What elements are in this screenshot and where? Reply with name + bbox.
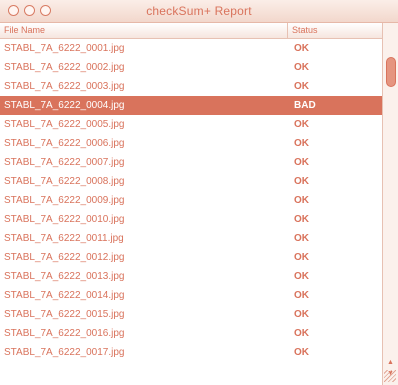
status-cell: OK (294, 176, 309, 187)
status-cell: OK (294, 328, 309, 339)
file-name-cell: STABL_7A_6222_0004.jpg (4, 100, 125, 111)
file-name-cell: STABL_7A_6222_0016.jpg (4, 328, 125, 339)
column-header-status[interactable]: Status (292, 25, 318, 35)
table-row[interactable]: STABL_7A_6222_0002.jpg OK (0, 58, 382, 77)
table-row[interactable]: STABL_7A_6222_0011.jpg OK (0, 229, 382, 248)
status-cell: OK (294, 214, 309, 225)
table-row[interactable]: STABL_7A_6222_0003.jpg OK (0, 77, 382, 96)
status-cell: OK (294, 290, 309, 301)
table-row[interactable]: STABL_7A_6222_0012.jpg OK (0, 248, 382, 267)
file-name-cell: STABL_7A_6222_0015.jpg (4, 309, 125, 320)
file-name-cell: STABL_7A_6222_0006.jpg (4, 138, 125, 149)
file-name-cell: STABL_7A_6222_0017.jpg (4, 347, 125, 358)
file-name-cell: STABL_7A_6222_0005.jpg (4, 119, 125, 130)
status-cell: OK (294, 157, 309, 168)
resize-grip-icon[interactable] (384, 370, 396, 382)
table-row[interactable]: STABL_7A_6222_0015.jpg OK (0, 305, 382, 324)
table-row[interactable]: STABL_7A_6222_0001.jpg OK (0, 39, 382, 58)
table-row[interactable]: STABL_7A_6222_0014.jpg OK (0, 286, 382, 305)
window-title: checkSum+ Report (146, 4, 252, 18)
file-name-cell: STABL_7A_6222_0003.jpg (4, 81, 125, 92)
status-cell: OK (294, 81, 309, 92)
file-list: STABL_7A_6222_0001.jpg OK STABL_7A_6222_00… (0, 39, 382, 385)
title-bar[interactable]: checkSum+ Report (0, 0, 398, 23)
status-cell: OK (294, 309, 309, 320)
table-row[interactable]: STABL_7A_6222_0013.jpg OK (0, 267, 382, 286)
vertical-scrollbar[interactable]: ▲ ▼ (382, 23, 398, 385)
status-cell: OK (294, 252, 309, 263)
table-row[interactable]: STABL_7A_6222_0007.jpg OK (0, 153, 382, 172)
file-name-cell: STABL_7A_6222_0007.jpg (4, 157, 125, 168)
file-name-cell: STABL_7A_6222_0013.jpg (4, 271, 125, 282)
column-header-file[interactable]: File Name (4, 25, 45, 35)
file-name-cell: STABL_7A_6222_0008.jpg (4, 176, 125, 187)
status-cell: OK (294, 195, 309, 206)
status-cell: OK (294, 62, 309, 73)
arrow-up-icon[interactable]: ▲ (387, 359, 394, 366)
table-row[interactable]: STABL_7A_6222_0004.jpg BAD (0, 96, 382, 115)
table-row[interactable]: STABL_7A_6222_0005.jpg OK (0, 115, 382, 134)
scroll-thumb[interactable] (386, 57, 396, 87)
status-cell: OK (294, 43, 309, 54)
table-row[interactable]: STABL_7A_6222_0017.jpg OK (0, 343, 382, 362)
report-window: checkSum+ Report File Name Status STABL_… (0, 0, 398, 385)
file-name-cell: STABL_7A_6222_0002.jpg (4, 62, 125, 73)
status-cell: OK (294, 347, 309, 358)
status-cell: OK (294, 138, 309, 149)
status-cell: OK (294, 271, 309, 282)
file-name-cell: STABL_7A_6222_0010.jpg (4, 214, 125, 225)
table-header: File Name Status (0, 23, 382, 39)
status-cell: OK (294, 119, 309, 130)
file-name-cell: STABL_7A_6222_0014.jpg (4, 290, 125, 301)
file-name-cell: STABL_7A_6222_0011.jpg (4, 233, 124, 244)
status-cell: BAD (294, 100, 316, 111)
table-row[interactable]: STABL_7A_6222_0006.jpg OK (0, 134, 382, 153)
file-name-cell: STABL_7A_6222_0001.jpg (4, 43, 125, 54)
column-divider (287, 23, 288, 38)
file-name-cell: STABL_7A_6222_0012.jpg (4, 252, 125, 263)
status-cell: OK (294, 233, 309, 244)
file-name-cell: STABL_7A_6222_0009.jpg (4, 195, 125, 206)
table-row[interactable]: STABL_7A_6222_0016.jpg OK (0, 324, 382, 343)
table-row[interactable]: STABL_7A_6222_0008.jpg OK (0, 172, 382, 191)
table-row[interactable]: STABL_7A_6222_0009.jpg OK (0, 191, 382, 210)
table-row[interactable]: STABL_7A_6222_0010.jpg OK (0, 210, 382, 229)
